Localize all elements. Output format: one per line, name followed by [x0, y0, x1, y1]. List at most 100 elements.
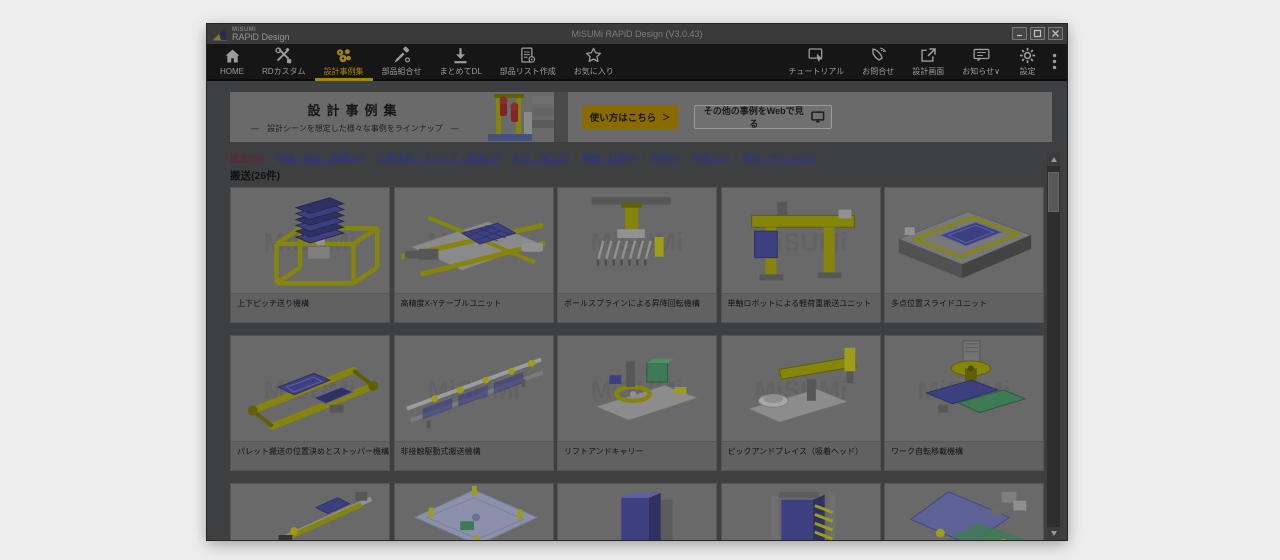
card-title: リフトアンドキャリー [558, 441, 716, 470]
monitor-icon [811, 111, 825, 123]
card-title: 高精度X-Yテーブルユニット [395, 293, 553, 322]
app-window: MiSUMi RAPiD Design MiSUMi RAPiD Design … [207, 24, 1067, 540]
toolbar-item-label: お問合せ [862, 66, 894, 77]
cad-thumbnail: MiSUMi [395, 188, 553, 293]
card-title: ボールスプラインによる昇降回転機構 [558, 293, 716, 322]
design-examples-banner: 設計事例集 ― 設計シーンを想定した様々な事例をラインナップ ― 使い方はこちら… [230, 92, 1052, 142]
cad-thumbnail [558, 484, 716, 540]
parts-cluster-icon [334, 46, 353, 65]
example-card-9[interactable]: MiSUMiピックアンドプレイス（吸着ヘッド） [721, 335, 881, 471]
usage-guide-button[interactable]: 使い方はこちら ＞ [582, 105, 678, 129]
logo-icon [212, 27, 228, 42]
phone-icon [869, 46, 888, 65]
cad-thumbnail: MiSUMi [231, 188, 389, 293]
toolbar-item-label: 設計画面 [912, 66, 944, 77]
vertical-scrollbar[interactable] [1047, 153, 1060, 540]
chevron-right-icon: ＞ [662, 112, 670, 123]
example-card-10[interactable]: MiSUMiワーク自転移載機構 [884, 335, 1044, 471]
maximize-button[interactable] [1030, 27, 1045, 40]
cad-thumbnail: MiSUMi [231, 336, 389, 441]
toolbar-item-label: お気に入り [574, 66, 614, 77]
card-title: 非接触駆動式搬送機構 [395, 441, 553, 470]
tutorial-icon [807, 46, 826, 65]
category-separator: | [269, 153, 272, 163]
toolbar-item-rd-custom[interactable]: RDカスタム [253, 44, 315, 79]
toolbar-item-home[interactable]: HOME [211, 44, 253, 79]
category-separator: | [574, 153, 577, 163]
toolbar-item-design-screen[interactable]: 設計画面 [903, 44, 953, 79]
category-link-1[interactable]: 搬送(26) [230, 153, 264, 163]
cad-thumbnail: MiSUMi [885, 188, 1043, 293]
category-separator: | [370, 153, 373, 163]
category-link-6[interactable]: 処理(4) [650, 153, 679, 163]
card-title: 単軸ロボットによる軽荷重搬送ユニット [722, 293, 880, 322]
card-title: ワーク自転移載機構 [885, 441, 1043, 470]
content-area: 設計事例集 ― 設計シーンを想定した様々な事例をラインナップ ― 使い方はこちら… [207, 81, 1067, 540]
category-link-2[interactable]: 供給・排出・集積(10) [277, 153, 365, 163]
cad-thumbnail: MiSUMi [558, 188, 716, 293]
toolbar-item-parts-combination[interactable]: 部品組合せ [373, 44, 431, 79]
toolbar-item-notice[interactable]: お知らせ∨ [953, 44, 1009, 79]
toolbar-item-favorites[interactable]: お気に入り [565, 44, 623, 79]
toolbar-item-label: 部品リスト作成 [500, 66, 556, 77]
category-link-5[interactable]: 検査・計測(8) [582, 153, 638, 163]
toolbar-item-contact[interactable]: お問合せ [853, 44, 903, 79]
window-controls [1012, 27, 1063, 40]
close-button[interactable] [1048, 27, 1063, 40]
toolbar-item-label: チュートリアル [788, 66, 844, 77]
example-card-6[interactable]: MiSUMiパレット搬送の位置決めとストッパー機構 [230, 335, 390, 471]
category-link-4[interactable]: 組立・加工(1) [513, 153, 569, 163]
toolbar-item-design-examples[interactable]: 設計事例集 [315, 44, 373, 79]
banner-text: 設計事例集 ― 設計シーンを想定した様々な事例をラインナップ ― [230, 100, 480, 134]
gear-icon [1018, 46, 1037, 65]
section-title: 搬送(26件) [230, 168, 280, 183]
card-title: パレット搬送の位置決めとストッパー機構 [231, 441, 389, 470]
toolbar-item-settings[interactable]: 設定 [1009, 44, 1046, 79]
toolbar-left: HOME RDカスタム 設計事例集 部品組合せまとめてDL 部品リスト作成 お気に入り [211, 44, 623, 79]
cad-thumbnail [231, 484, 389, 540]
toolbar-item-label: RDカスタム [262, 66, 306, 77]
category-link-3[interactable]: 位置決め・クランプ・把持(15) [377, 153, 501, 163]
view-web-examples-button[interactable]: その他の事例をWebで見る [694, 105, 832, 129]
category-separator: | [735, 153, 738, 163]
example-card-2[interactable]: MiSUMi高精度X-Yテーブルユニット [394, 187, 554, 323]
example-card-12[interactable] [394, 483, 554, 540]
toolbar-item-label: HOME [220, 67, 244, 76]
example-card-grid: MiSUMi上下ピッチ送り機構MiSUMi高精度X-YテーブルユニットMiSUM… [230, 187, 1044, 540]
example-card-7[interactable]: MiSUMi非接触駆動式搬送機構 [394, 335, 554, 471]
scroll-down-button[interactable] [1047, 527, 1060, 540]
usage-guide-label: 使い方はこちら [590, 110, 657, 124]
toolbar-item-label: 設計事例集 [324, 66, 364, 77]
scroll-up-button[interactable] [1047, 153, 1060, 166]
example-card-1[interactable]: MiSUMi上下ピッチ送り機構 [230, 187, 390, 323]
category-link-8[interactable]: 筐体・チャンバ(2) [743, 153, 817, 163]
toolbar-item-batch-download[interactable]: まとめてDL [431, 44, 491, 79]
triangle-up-icon [1051, 157, 1057, 162]
star-icon [584, 46, 603, 65]
toolbar-item-parts-list[interactable]: 部品リスト作成 [491, 44, 565, 79]
toolbar-item-tutorial[interactable]: チュートリアル [779, 44, 853, 79]
toolbar-item-label: お知らせ∨ [962, 66, 1000, 77]
example-card-14[interactable] [721, 483, 881, 540]
cad-thumbnail [395, 484, 553, 540]
example-card-4[interactable]: MiSUMi単軸ロボットによる軽荷重搬送ユニット [721, 187, 881, 323]
more-icon [1052, 53, 1057, 70]
view-web-examples-label: その他の事例をWebで見る [701, 104, 806, 130]
example-card-3[interactable]: MiSUMiボールスプラインによる昇降回転機構 [557, 187, 717, 323]
scrollbar-thumb[interactable] [1048, 172, 1059, 212]
triangle-down-icon [1051, 531, 1057, 536]
example-card-15[interactable] [884, 483, 1044, 540]
toolbar-item-label: 部品組合せ [382, 66, 422, 77]
example-card-5[interactable]: MiSUMi多点位置スライドユニット [884, 187, 1044, 323]
toolbar: HOME RDカスタム 設計事例集 部品組合せまとめてDL 部品リスト作成 お気に入り チ… [207, 44, 1067, 81]
example-card-8[interactable]: MiSUMiリフトアンドキャリー [557, 335, 717, 471]
example-card-11[interactable] [230, 483, 390, 540]
minimize-button[interactable] [1012, 27, 1027, 40]
example-card-13[interactable] [557, 483, 717, 540]
toolbar-more-button[interactable] [1046, 44, 1063, 79]
cad-thumbnail [722, 484, 880, 540]
category-link-7[interactable]: 段取り(1) [692, 153, 730, 163]
minimize-icon [1015, 29, 1024, 38]
toolbar-item-label: 設定 [1020, 66, 1036, 77]
category-separator: | [643, 153, 646, 163]
